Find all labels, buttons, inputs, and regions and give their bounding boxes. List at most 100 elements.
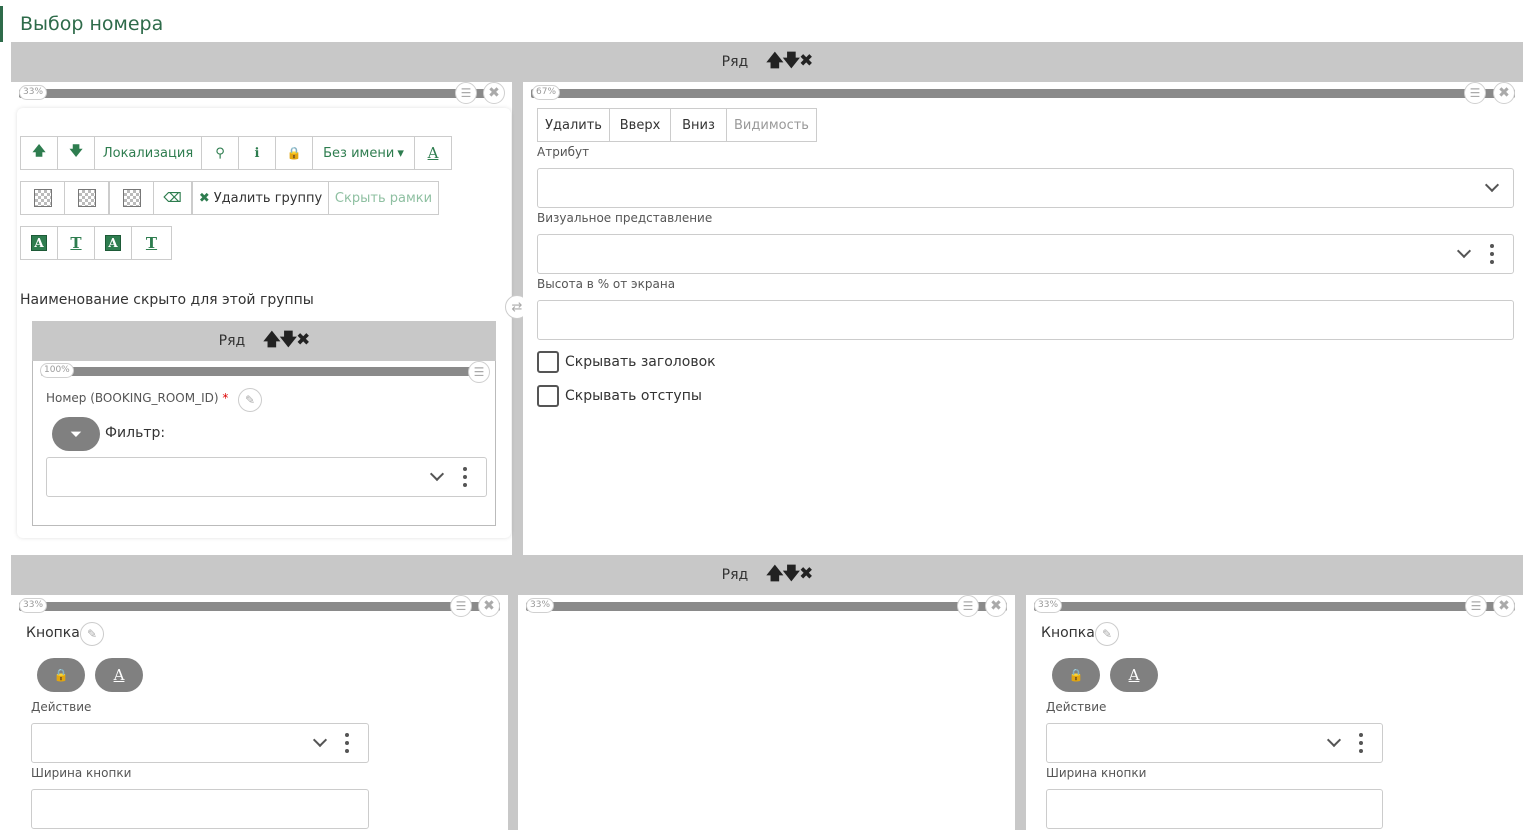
chevron-down-icon bbox=[1484, 178, 1500, 194]
background-pattern-button-2[interactable] bbox=[64, 181, 109, 215]
column-percent-badge: 100% bbox=[40, 363, 74, 378]
height-label: Высота в % от экрана bbox=[537, 277, 676, 291]
no-name-label: Без имени bbox=[323, 145, 395, 161]
column-right: 67% ☰ ✖ Удалить Вверх Вниз Видимость Атр… bbox=[523, 82, 1523, 555]
edit-icon[interactable]: ✎ bbox=[80, 622, 104, 646]
text-color-button[interactable]: A bbox=[95, 658, 143, 692]
list-icon[interactable]: ☰ bbox=[1464, 82, 1486, 104]
lock-button[interactable]: 🔒 bbox=[1052, 658, 1100, 692]
chevron-down-icon bbox=[1326, 733, 1342, 749]
action-select[interactable] bbox=[31, 723, 369, 763]
column-percent-badge: 33% bbox=[19, 85, 48, 100]
column-width-slider[interactable] bbox=[526, 602, 1007, 611]
format-button-4[interactable]: T bbox=[131, 226, 172, 260]
hide-padding-checkbox[interactable] bbox=[537, 385, 559, 407]
edit-icon[interactable]: ✎ bbox=[1095, 622, 1119, 646]
close-icon[interactable]: ✖ bbox=[1493, 82, 1515, 104]
checker-icon bbox=[33, 189, 52, 207]
background-pattern-button-1[interactable] bbox=[20, 181, 65, 215]
column-width-slider[interactable] bbox=[19, 602, 500, 611]
close-icon[interactable]: ✖ bbox=[478, 595, 500, 617]
column-bottom-2: 33% ☰ ✖ bbox=[518, 595, 1015, 830]
no-name-dropdown[interactable]: Без имени ▾ bbox=[312, 136, 415, 170]
attribute-label: Атрибут bbox=[537, 145, 590, 159]
list-icon[interactable]: ☰ bbox=[450, 595, 472, 617]
delete-button[interactable]: Удалить bbox=[537, 108, 610, 142]
checker-icon bbox=[122, 189, 141, 207]
page-title: Выбор номера bbox=[0, 6, 163, 42]
row-controls-icon[interactable]: 🡅🡇✖ bbox=[263, 327, 310, 356]
visibility-button[interactable]: Видимость bbox=[726, 108, 817, 142]
delete-group-button[interactable]: ✖ Удалить группу bbox=[192, 181, 329, 215]
row-controls-icon[interactable]: 🡅🡇✖ bbox=[766, 48, 813, 77]
attribute-select[interactable] bbox=[537, 168, 1514, 208]
width-input[interactable] bbox=[31, 789, 369, 829]
lock-icon: 🔒 bbox=[53, 668, 69, 682]
background-pattern-button-3[interactable] bbox=[109, 181, 154, 215]
edit-icon[interactable]: ✎ bbox=[238, 388, 262, 412]
letter-a-box-icon: A bbox=[105, 235, 121, 251]
close-icon[interactable]: ✖ bbox=[483, 82, 505, 104]
column-width-slider[interactable] bbox=[41, 367, 487, 376]
action-select[interactable] bbox=[1046, 723, 1383, 763]
button-title: Кнопка bbox=[1041, 625, 1095, 641]
column-width-slider[interactable] bbox=[19, 89, 504, 98]
width-input[interactable] bbox=[1046, 789, 1383, 829]
column-percent-badge: 33% bbox=[526, 598, 555, 613]
row-controls-icon[interactable]: 🡅🡇✖ bbox=[766, 561, 813, 590]
format-button-1[interactable]: A bbox=[20, 226, 58, 260]
lock-button[interactable]: 🔒 bbox=[275, 136, 313, 170]
letter-t-icon: T bbox=[70, 234, 82, 252]
column-width-slider[interactable] bbox=[531, 89, 1515, 98]
hide-header-checkbox[interactable] bbox=[537, 351, 559, 373]
column-width-slider[interactable] bbox=[1034, 602, 1515, 611]
move-down-button[interactable]: 🡇 bbox=[57, 136, 95, 170]
text-color-button[interactable]: A bbox=[414, 136, 452, 170]
delete-group-label: Удалить группу bbox=[213, 190, 323, 206]
move-up-button[interactable]: 🡅 bbox=[20, 136, 58, 170]
row-header: Ряд 🡅🡇✖ bbox=[11, 42, 1523, 82]
more-vertical-icon[interactable] bbox=[1490, 244, 1494, 264]
more-vertical-icon[interactable] bbox=[345, 733, 349, 753]
column-percent-badge: 33% bbox=[19, 598, 48, 613]
column-percent-badge: 67% bbox=[532, 85, 561, 100]
format-button-3[interactable]: A bbox=[94, 226, 132, 260]
info-button[interactable]: ℹ bbox=[238, 136, 276, 170]
list-icon[interactable]: ☰ bbox=[455, 82, 477, 104]
format-button-2[interactable]: T bbox=[57, 226, 95, 260]
localization-button[interactable]: Локализация bbox=[94, 136, 202, 170]
list-icon[interactable]: ☰ bbox=[957, 595, 979, 617]
room-select[interactable] bbox=[46, 457, 487, 497]
arrow-up-icon: 🡅 bbox=[32, 144, 46, 159]
more-vertical-icon[interactable] bbox=[1359, 733, 1363, 753]
more-vertical-icon[interactable] bbox=[463, 467, 467, 487]
visual-label: Визуальное представление bbox=[537, 211, 713, 225]
letter-a-icon: A bbox=[113, 666, 125, 684]
list-icon[interactable]: ☰ bbox=[1465, 595, 1487, 617]
arrow-down-icon: 🡇 bbox=[69, 144, 83, 159]
lock-button[interactable]: 🔒 bbox=[37, 658, 85, 692]
chevron-down-icon bbox=[429, 467, 445, 483]
close-icon[interactable]: ✖ bbox=[985, 595, 1007, 617]
visual-select[interactable] bbox=[537, 234, 1514, 274]
filter-icon: ⏷ bbox=[69, 425, 82, 443]
hide-header-label: Скрывать заголовок bbox=[565, 354, 716, 370]
close-icon[interactable]: ✖ bbox=[1493, 595, 1515, 617]
height-input[interactable] bbox=[537, 300, 1514, 340]
binoculars-button[interactable]: ⚲ bbox=[201, 136, 239, 170]
filter-button[interactable]: ⏷ bbox=[52, 417, 100, 451]
up-button[interactable]: Вверх bbox=[609, 108, 671, 142]
binoculars-icon: ⚲ bbox=[215, 145, 225, 161]
row-label: Ряд bbox=[218, 333, 246, 349]
required-mark: * bbox=[222, 391, 229, 405]
lock-icon: 🔒 bbox=[286, 146, 302, 160]
list-icon[interactable]: ☰ bbox=[468, 361, 490, 383]
down-button[interactable]: Вниз bbox=[670, 108, 727, 142]
button-title: Кнопка bbox=[26, 625, 80, 641]
room-field-label: Номер (BOOKING_ROOM_ID) * bbox=[46, 391, 229, 405]
filter-label: Фильтр: bbox=[105, 425, 166, 441]
hide-borders-button[interactable]: Скрыть рамки bbox=[328, 181, 439, 215]
column-bottom-3: 33% ☰ ✖ Кнопка ✎ 🔒 A Действие Ширина кно… bbox=[1026, 595, 1523, 830]
text-color-button[interactable]: A bbox=[1110, 658, 1158, 692]
eraser-button[interactable]: ⌫ bbox=[153, 181, 192, 215]
